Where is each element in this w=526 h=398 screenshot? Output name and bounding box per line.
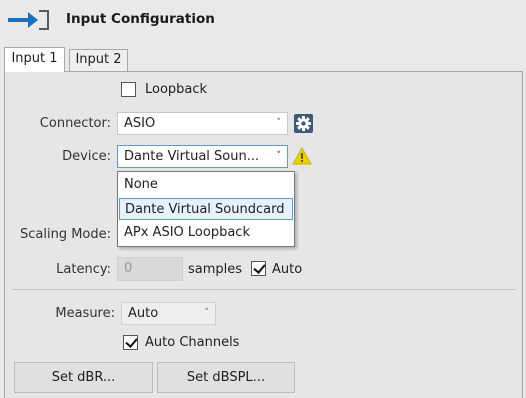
divider xyxy=(12,289,517,290)
tab-input-1[interactable]: Input 1 xyxy=(4,47,65,72)
loopback-label: Loopback xyxy=(145,82,208,97)
set-dbspl-button[interactable]: Set dBSPL... xyxy=(157,362,295,393)
dropdown-option-apx-loopback[interactable]: APx ASIO Loopback xyxy=(119,222,293,244)
device-value: Dante Virtual Soun... xyxy=(124,149,260,164)
auto-channels-label: Auto Channels xyxy=(145,335,240,350)
chevron-down-icon: ˅ xyxy=(204,308,210,318)
connector-select[interactable]: ASIO ˅ xyxy=(117,112,288,135)
dropdown-option-dante[interactable]: Dante Virtual Soundcard xyxy=(119,198,293,220)
set-dbr-button[interactable]: Set dBR... xyxy=(14,362,153,393)
connector-value: ASIO xyxy=(124,116,156,131)
connector-label: Connector: xyxy=(39,116,111,131)
chevron-down-icon: ˅ xyxy=(276,118,282,128)
gear-icon[interactable] xyxy=(294,114,313,133)
tab-input-2[interactable]: Input 2 xyxy=(69,49,128,71)
auto-channels-checkbox[interactable] xyxy=(123,335,138,350)
latency-auto-label: Auto xyxy=(272,262,303,277)
latency-input[interactable]: 0 xyxy=(117,257,183,281)
chevron-down-icon: ˅ xyxy=(276,151,282,161)
device-select[interactable]: Dante Virtual Soun... ˅ xyxy=(117,145,288,168)
measure-label: Measure: xyxy=(55,306,115,321)
page-title: Input Configuration xyxy=(66,11,215,27)
device-dropdown-list[interactable]: None Dante Virtual Soundcard APx ASIO Lo… xyxy=(117,171,295,247)
device-label: Device: xyxy=(62,149,111,164)
warning-icon xyxy=(292,146,312,165)
input-arrow-icon xyxy=(8,8,54,32)
measure-select[interactable]: Auto ˅ xyxy=(121,302,216,325)
panel-header: Input Configuration xyxy=(0,0,526,44)
dropdown-option-none[interactable]: None xyxy=(119,174,293,196)
latency-units: samples xyxy=(188,262,243,277)
measure-value: Auto xyxy=(128,306,159,321)
latency-label: Latency: xyxy=(56,262,111,277)
loopback-checkbox[interactable] xyxy=(121,82,136,97)
scaling-mode-label: Scaling Mode: xyxy=(19,227,111,242)
latency-auto-checkbox[interactable] xyxy=(251,261,266,276)
